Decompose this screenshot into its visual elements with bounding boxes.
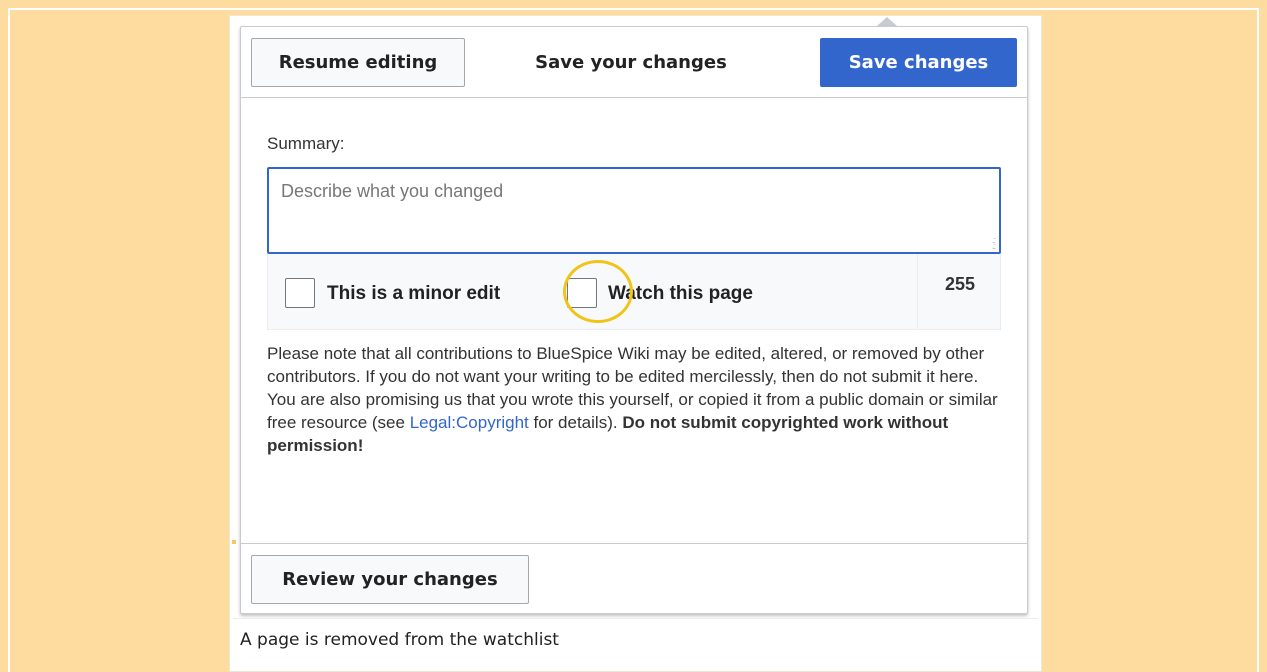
summary-input[interactable]: Describe what you changed .:.: (267, 167, 1001, 254)
summary-label: Summary: (267, 134, 345, 153)
dialog-header: Resume editing Save your changes Save ch… (241, 27, 1027, 98)
notice-paragraph-2: You are also promising us that you wrote… (267, 388, 1007, 457)
review-changes-button[interactable]: Review your changes (251, 555, 529, 604)
character-counter: 255 (944, 274, 976, 294)
highlight-circle (563, 260, 633, 323)
frame-edge (8, 8, 1259, 10)
minor-edit-checkbox[interactable] (285, 278, 315, 308)
save-changes-button[interactable]: Save changes (820, 38, 1017, 87)
summary-placeholder: Describe what you changed (281, 181, 504, 201)
caption-divider (233, 618, 1038, 619)
image-caption: A page is removed from the watchlist (240, 630, 559, 650)
copyright-link[interactable]: Legal:Copyright (410, 413, 529, 432)
popup-pointer (877, 17, 897, 26)
save-dialog: Resume editing Save your changes Save ch… (240, 26, 1028, 614)
edit-options-bar: This is a minor edit Watch this page 255 (267, 254, 1001, 330)
resize-grip-icon[interactable]: .:.: (992, 236, 996, 251)
decoration-dot (232, 540, 236, 544)
copyright-notice: Please note that all contributions to Bl… (267, 342, 1007, 457)
frame-edge (8, 8, 10, 672)
dialog-title: Save your changes (535, 51, 727, 73)
notice-paragraph-1: Please note that all contributions to Bl… (267, 344, 985, 386)
notice-text: for details). (528, 413, 623, 432)
minor-edit-label[interactable]: This is a minor edit (327, 283, 500, 305)
frame-edge (1257, 8, 1259, 672)
resume-editing-button[interactable]: Resume editing (251, 38, 465, 87)
dialog-footer: Review your changes (241, 543, 1027, 614)
